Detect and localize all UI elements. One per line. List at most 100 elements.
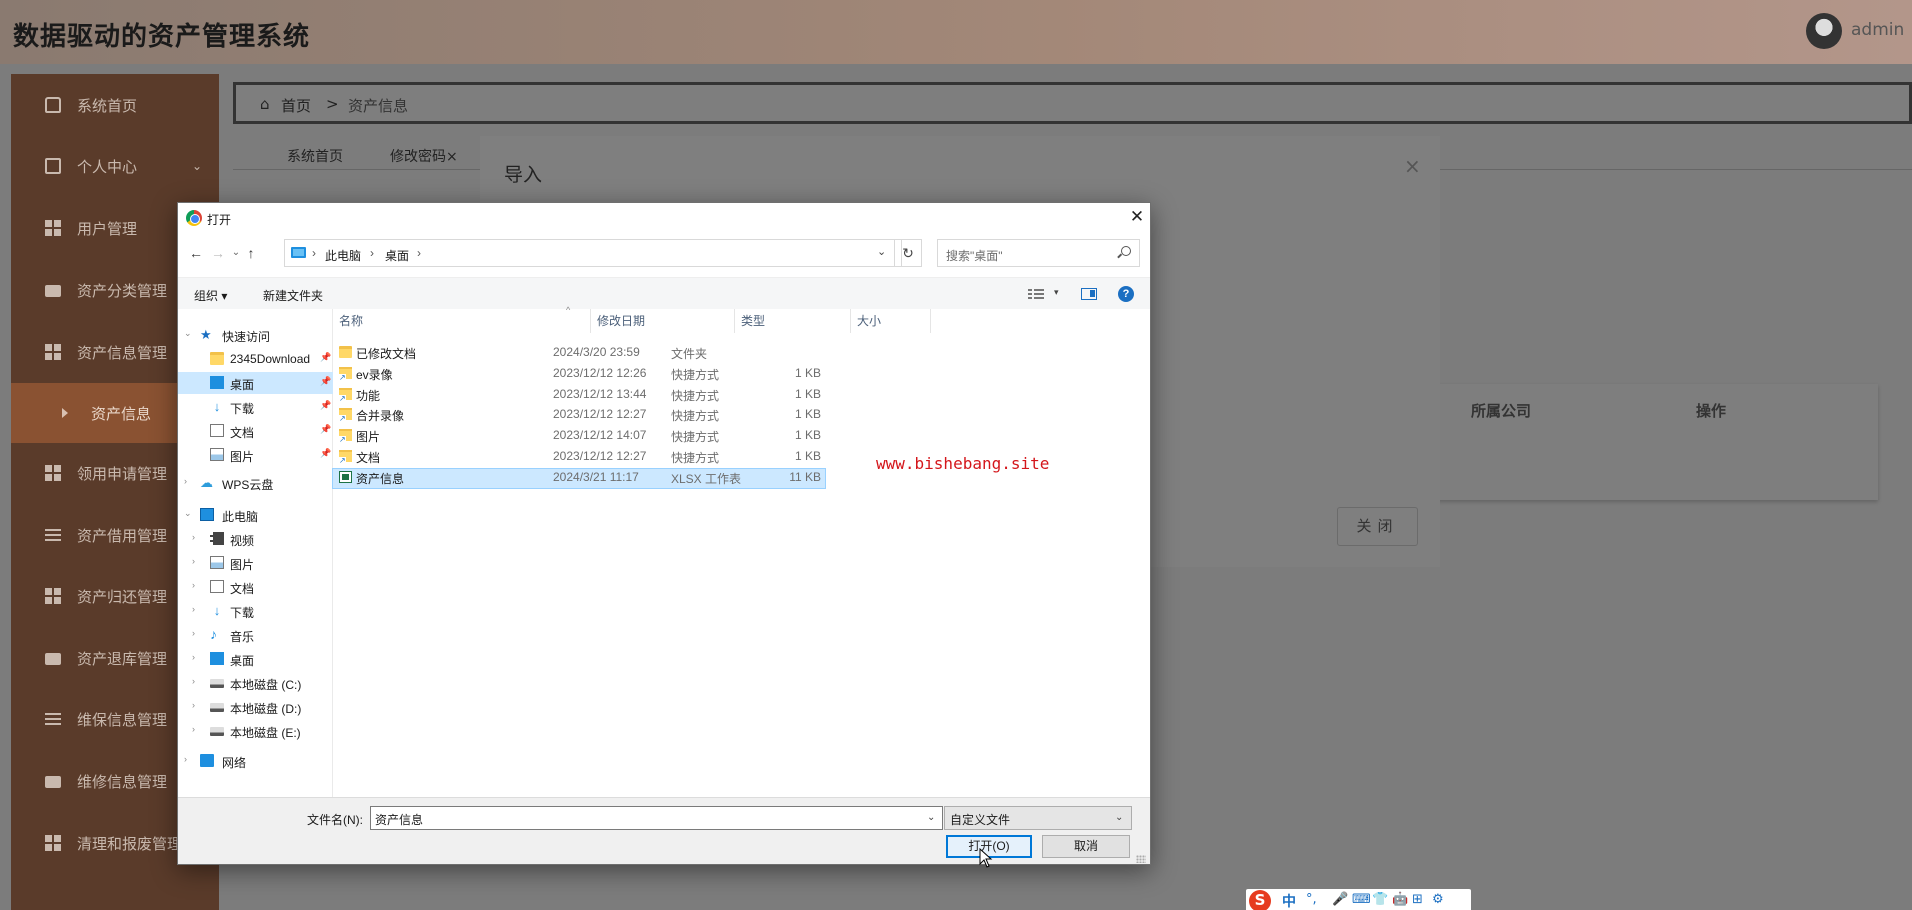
refresh-icon[interactable]: ↻ <box>894 239 922 267</box>
column-header-size[interactable]: 大小 <box>851 309 931 333</box>
tree-item-documents-pc[interactable]: › 文档 <box>178 576 333 598</box>
tree-item-quick-access[interactable]: ⌄ ★ 快速访问 <box>178 324 333 346</box>
chevron-down-icon[interactable]: ⌄ <box>927 812 935 823</box>
filetype-select[interactable]: 自定义文件 ⌄ <box>944 806 1132 830</box>
tree-item-network[interactable]: › 网络 <box>178 750 333 772</box>
ime-mode-toggle[interactable]: 中 <box>1282 891 1296 910</box>
address-segment[interactable]: 桌面 <box>385 247 409 264</box>
file-row[interactable]: 已修改文档 2024/3/20 23:59 文件夹 <box>333 344 825 361</box>
file-row-selected[interactable]: 资产信息 2024/3/21 11:17 XLSX 工作表 11 KB <box>332 468 826 489</box>
file-row[interactable]: 合并录像 2023/12/12 12:27 快捷方式 1 KB <box>333 406 825 423</box>
new-folder-button[interactable]: 新建文件夹 <box>263 287 323 304</box>
tree-item-wps-cloud[interactable]: › ☁ WPS云盘 <box>178 472 333 494</box>
breadcrumb-home[interactable]: 首页 <box>281 95 311 116</box>
tree-item-disk-c[interactable]: › 本地磁盘 (C:) <box>178 672 333 694</box>
tree-item-disk-d[interactable]: › 本地磁盘 (D:) <box>178 696 333 718</box>
file-row[interactable]: 功能 2023/12/12 13:44 快捷方式 1 KB <box>333 386 825 403</box>
search-input[interactable]: 搜索"桌面" <box>937 239 1140 267</box>
chevron-right-icon[interactable]: › <box>192 580 195 590</box>
settings-icon[interactable]: ⚙ <box>1432 892 1444 907</box>
file-row[interactable]: 图片 2023/12/12 14:07 快捷方式 1 KB <box>333 427 825 444</box>
file-row[interactable]: ev录像 2023/12/12 12:26 快捷方式 1 KB <box>333 365 825 382</box>
dialog-titlebar[interactable]: 打开 ✕ <box>178 203 1150 233</box>
breadcrumb-current: 资产信息 <box>348 97 409 115</box>
cancel-button[interactable]: 取消 <box>1042 835 1130 858</box>
file-name: ev录像 <box>356 368 393 382</box>
chevron-right-icon: › <box>370 246 374 260</box>
file-row[interactable]: 文档 2023/12/12 12:27 快捷方式 1 KB <box>333 448 825 465</box>
close-icon[interactable]: ✕ <box>1126 206 1148 228</box>
tree-item-label: 2345Download <box>230 352 311 366</box>
chevron-down-icon[interactable]: ▾ <box>1054 287 1059 298</box>
tree-item-downloads[interactable]: ↓ 下载 📌 <box>178 396 333 418</box>
forward-arrow-icon[interactable]: → <box>208 243 228 263</box>
sidebar-item-profile[interactable]: 个人中心 ⌄ <box>11 138 219 194</box>
close-icon[interactable]: × <box>1404 154 1421 178</box>
chevron-right-icon: › <box>312 246 316 260</box>
help-icon[interactable]: ? <box>1118 286 1134 302</box>
back-arrow-icon[interactable]: ← <box>186 243 206 263</box>
column-header-date[interactable]: 修改日期 <box>591 309 735 333</box>
tree-item-pictures-pc[interactable]: › 图片 <box>178 552 333 574</box>
address-bar[interactable]: › 此电脑 › 桌面 › ⌄ <box>284 239 902 267</box>
chevron-right-icon[interactable]: › <box>192 652 195 662</box>
chevron-down-icon[interactable]: ⌄ <box>877 245 886 258</box>
user-name[interactable]: admin <box>1851 20 1904 40</box>
tree-item-downloads-pc[interactable]: › ↓ 下载 <box>178 600 333 622</box>
tree-item-this-pc[interactable]: ⌄ 此电脑 <box>178 504 333 526</box>
chevron-right-icon[interactable]: › <box>192 604 195 614</box>
tree-item-label: 桌面 <box>230 378 255 392</box>
chevron-right-icon[interactable]: › <box>192 700 195 710</box>
sidebar-item-label: 个人中心 <box>77 157 138 176</box>
chevron-right-icon[interactable]: › <box>192 532 195 542</box>
address-segment[interactable]: 此电脑 <box>325 247 361 264</box>
tree-item-desktop-pc[interactable]: › 桌面 <box>178 648 333 670</box>
user-avatar[interactable] <box>1806 13 1842 49</box>
chevron-right-icon[interactable]: › <box>184 476 187 486</box>
file-name: 资产信息 <box>356 472 405 486</box>
import-modal-title: 导入 <box>504 164 543 186</box>
sidebar-item-home[interactable]: 系统首页 <box>11 77 219 133</box>
tree-item-2345download[interactable]: 2345Download 📌 <box>178 348 333 370</box>
pin-icon: 📌 <box>320 400 332 410</box>
chevron-right-icon[interactable]: › <box>192 556 195 566</box>
chevron-right-icon[interactable]: › <box>184 754 187 764</box>
tab-change-password[interactable]: 修改密码× <box>390 146 458 166</box>
view-icon[interactable] <box>1028 288 1044 300</box>
file-size: 1 KB <box>794 407 821 421</box>
close-button[interactable]: 关闭 <box>1337 507 1418 546</box>
sidebar-item-label: 维保信息管理 <box>77 710 168 729</box>
card-icon <box>45 158 61 174</box>
keyboard-icon[interactable]: ⌨ <box>1352 892 1371 907</box>
filename-field[interactable]: 资产信息 ⌄ <box>370 806 943 830</box>
tree-item-desktop[interactable]: 桌面 📌 <box>178 372 333 394</box>
organize-menu[interactable]: 组织 ▾ <box>194 287 227 304</box>
tree-item-label: 文档 <box>230 582 255 596</box>
resize-grip[interactable] <box>1136 855 1146 863</box>
skin-icon[interactable]: 👕 <box>1372 892 1388 907</box>
up-arrow-icon[interactable]: ↑ <box>241 243 261 263</box>
tree-item-music[interactable]: › ♪ 音乐 <box>178 624 333 646</box>
shortcut-icon <box>339 388 352 402</box>
column-header-type[interactable]: 类型 <box>735 309 851 333</box>
column-header-name[interactable]: 名称 <box>333 309 591 333</box>
sogou-logo-icon[interactable]: S <box>1249 890 1271 910</box>
chevron-right-icon[interactable]: › <box>192 724 195 734</box>
pin-icon <box>45 776 61 788</box>
robot-icon[interactable]: 🤖 <box>1392 892 1408 907</box>
punctuation-icon[interactable]: °, <box>1306 892 1317 907</box>
microphone-icon[interactable]: 🎤 <box>1332 892 1348 907</box>
chevron-down-icon[interactable]: ⌄ <box>184 508 192 519</box>
tab-home[interactable]: 系统首页 <box>287 146 343 166</box>
preview-pane-icon[interactable] <box>1081 288 1097 300</box>
chevron-down-icon[interactable]: ⌄ <box>184 328 192 339</box>
chevron-right-icon[interactable]: › <box>192 676 195 686</box>
tree-item-label: 本地磁盘 (C:) <box>230 678 302 692</box>
tree-item-documents[interactable]: 文档 📌 <box>178 420 333 442</box>
tree-item-videos[interactable]: › 视频 <box>178 528 333 550</box>
tree-item-pictures[interactable]: 图片 📌 <box>178 444 333 466</box>
chevron-right-icon[interactable]: › <box>192 628 195 638</box>
toolbox-icon[interactable]: ⊞ <box>1412 892 1423 907</box>
app-title: 数据驱动的资产管理系统 <box>13 22 311 52</box>
tree-item-disk-e[interactable]: › 本地磁盘 (E:) <box>178 720 333 742</box>
